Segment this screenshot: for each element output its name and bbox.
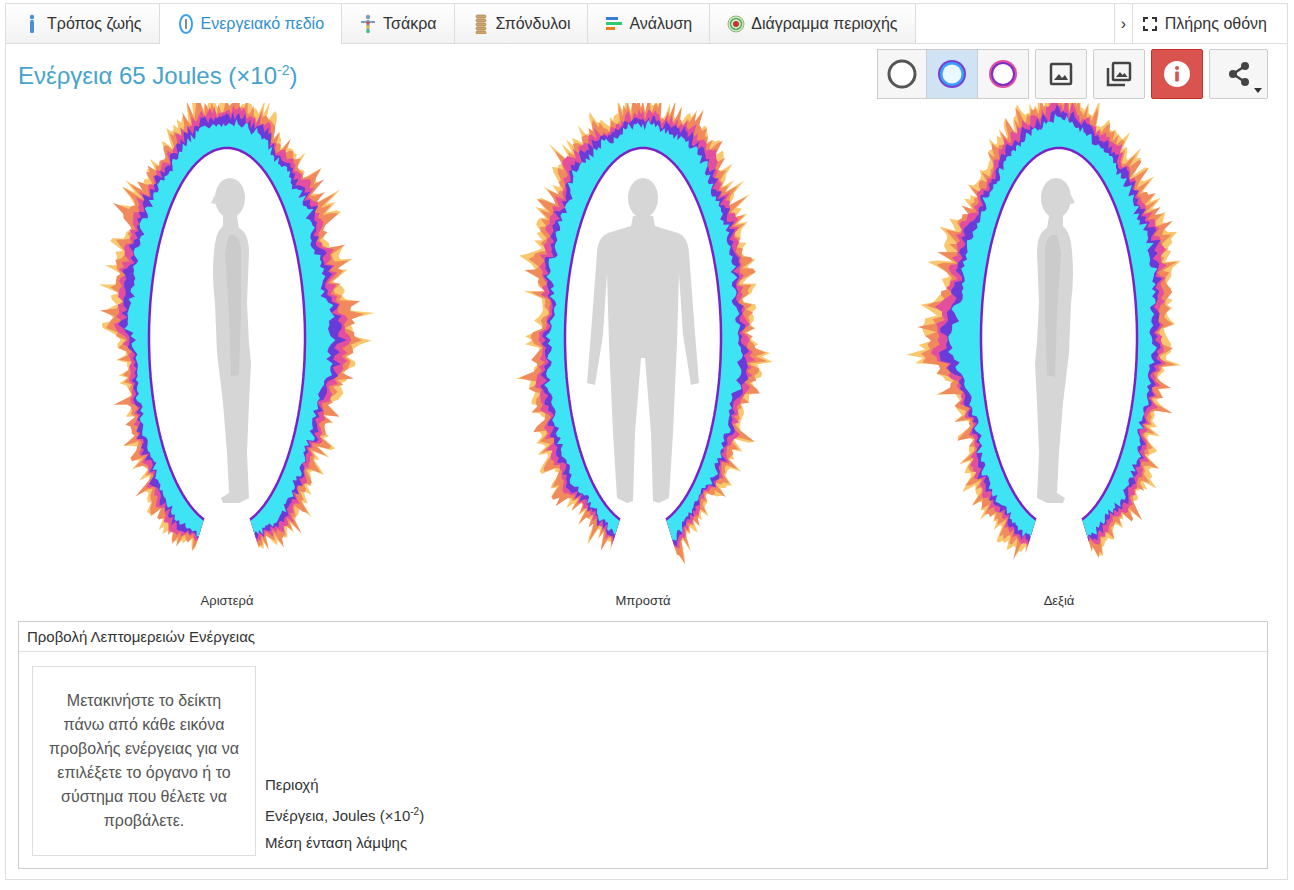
human-silhouette-icon — [1035, 178, 1075, 503]
panel-header: Προβολή Λεπτομερειών Ενέργειας — [19, 622, 1267, 652]
tab-label: Σπόνδυλοι — [496, 15, 571, 33]
tab-label: Τρόπος ζωής — [47, 15, 142, 33]
view-mode-button[interactable] — [927, 49, 978, 99]
fullscreen-button[interactable]: Πλήρης οθόνη — [1132, 4, 1287, 43]
tab[interactable]: Ανάλυση — [588, 4, 710, 43]
aura-figure[interactable] — [443, 103, 843, 583]
view-mode-button[interactable] — [877, 49, 927, 99]
header: Ενέργεια 65 Joules (×10-2) — [6, 44, 1287, 99]
view-mode-group — [877, 49, 1029, 99]
tab[interactable]: Τρόπος ζωής — [6, 4, 160, 43]
aura-figure[interactable] — [859, 103, 1259, 583]
tab[interactable]: Τσάκρα — [342, 4, 455, 43]
detail-field-label: Μέση ένταση λάμψης — [265, 829, 424, 856]
tab-spacer — [916, 4, 1114, 43]
image-button[interactable] — [1035, 49, 1087, 99]
fullscreen-label: Πλήρης οθόνη — [1165, 15, 1267, 33]
plain-circle-icon — [885, 57, 919, 91]
hint-box: Μετακινήστε το δείκτη πάνω από κάθε εικό… — [32, 666, 256, 856]
glow-circle-icon — [935, 57, 969, 91]
person-icon — [23, 14, 41, 34]
app-window: Τρόπος ζωής Ενεργειακό πεδίο Τσάκρα Σπόν… — [5, 3, 1288, 880]
tab-label: Διάγραμμα περιοχής — [751, 15, 897, 33]
detail-field-label: Περιοχή — [265, 771, 424, 798]
tab[interactable]: Ενεργειακό πεδίο — [160, 4, 343, 44]
view-mode-button[interactable] — [978, 49, 1029, 99]
energy-title: Ενέργεια 65 Joules (×10-2) — [18, 62, 298, 90]
ring-circle-icon — [986, 57, 1020, 91]
energy-field-views: Αριστερά Μπροστά Δεξιά — [6, 99, 1287, 608]
detail-field-label: Ενέργεια, Joules (×10-2) — [265, 798, 424, 829]
tab-scroll-button[interactable]: › — [1114, 4, 1132, 43]
bars-icon — [605, 14, 623, 34]
view-caption: Δεξιά — [1044, 593, 1075, 608]
tab[interactable]: Διάγραμμα περιοχής — [710, 4, 915, 43]
view-caption: Αριστερά — [201, 593, 254, 608]
aura-icon — [177, 14, 195, 34]
fullscreen-icon — [1143, 17, 1157, 31]
detail-fields: ΠεριοχήΕνέργεια, Joules (×10-2)Μέση έντα… — [265, 666, 424, 856]
share-icon — [1224, 59, 1254, 89]
gallery-icon — [1105, 60, 1133, 88]
energy-details-panel: Προβολή Λεπτομερειών Ενέργειας Μετακινήσ… — [18, 621, 1268, 869]
info-icon — [1162, 59, 1192, 89]
view-caption: Μπροστά — [616, 593, 671, 608]
tab-label: Ενεργειακό πεδίο — [201, 15, 325, 33]
human-silhouette-icon — [587, 178, 699, 503]
tab[interactable]: Σπόνδυλοι — [455, 4, 589, 43]
gallery-button[interactable] — [1093, 49, 1145, 99]
image-icon — [1048, 61, 1074, 87]
panel-body: Μετακινήστε το δείκτη πάνω από κάθε εικό… — [19, 652, 1267, 868]
chakra-icon — [359, 14, 377, 34]
tab-bar: Τρόπος ζωής Ενεργειακό πεδίο Τσάκρα Σπόν… — [6, 4, 1287, 44]
dropdown-caret-icon — [1254, 88, 1262, 93]
energy-field-view[interactable]: Δεξιά — [851, 103, 1267, 608]
human-silhouette-icon — [211, 178, 251, 503]
tab-label: Τσάκρα — [383, 15, 437, 33]
info-button[interactable] — [1151, 49, 1203, 99]
energy-field-view[interactable]: Μπροστά — [435, 103, 851, 608]
radial-chart-icon — [727, 14, 745, 34]
energy-field-view[interactable]: Αριστερά — [19, 103, 435, 608]
spine-icon — [472, 14, 490, 34]
share-button[interactable] — [1209, 49, 1268, 99]
toolbar — [877, 49, 1268, 99]
aura-figure[interactable] — [27, 103, 427, 583]
tab-label: Ανάλυση — [629, 15, 692, 33]
